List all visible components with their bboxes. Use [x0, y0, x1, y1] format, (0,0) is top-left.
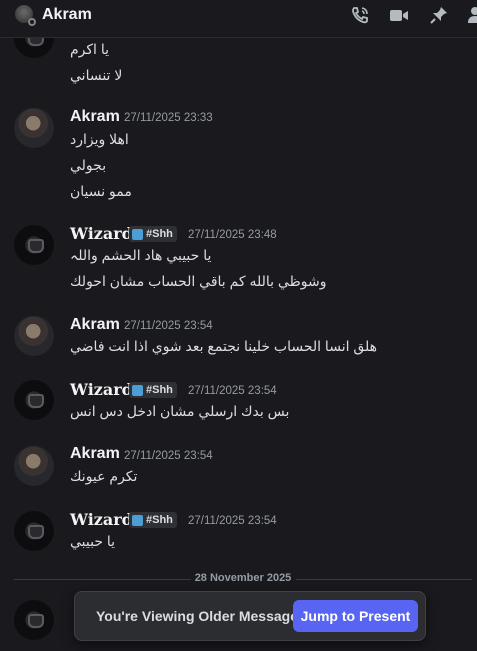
avatar[interactable] — [14, 380, 54, 420]
members-icon[interactable] — [468, 5, 477, 25]
message-line: بجولي — [70, 157, 107, 173]
message-line: يا حبيبي هاد الحشم واللہ — [70, 247, 212, 263]
date-divider: 28 November 2025 — [14, 572, 472, 584]
older-messages-label: You're Viewing Older Messages — [96, 608, 306, 624]
message-timestamp: 27/11/2025 23:54 — [188, 515, 277, 527]
phone-icon[interactable] — [350, 5, 370, 25]
tag-label: #Shh — [146, 384, 173, 396]
guild-tag[interactable]: #Shh — [129, 512, 177, 528]
avatar[interactable] — [14, 38, 54, 58]
message-line: تكرم عيونك — [70, 468, 138, 484]
tag-label: #Shh — [146, 228, 173, 240]
date-divider-label: 28 November 2025 — [190, 572, 296, 584]
video-icon[interactable] — [389, 5, 409, 25]
status-indicator — [28, 18, 36, 26]
message-author[interactable]: Akram — [70, 108, 120, 126]
message-author[interactable]: Akram — [70, 316, 120, 334]
channel-header: Akram — [0, 0, 477, 38]
jump-to-present-button[interactable]: Jump to Present — [293, 600, 418, 632]
message-timestamp: 27/11/2025 23:48 — [188, 229, 277, 241]
tag-icon — [132, 384, 143, 396]
tag-icon — [132, 228, 143, 240]
message-line: وشوظي بالله كم باقي الحساب مشان احولك — [70, 273, 327, 289]
message-timestamp: 27/11/2025 23:54 — [124, 450, 213, 462]
avatar[interactable] — [14, 446, 54, 486]
tag-label: #Shh — [146, 514, 173, 526]
guild-tag[interactable]: #Shh — [129, 382, 177, 398]
message-line: يا حبيبي — [70, 533, 116, 549]
message-line: ممو نسيان — [70, 183, 132, 199]
avatar[interactable] — [14, 316, 54, 356]
message-line: يا اكرم — [70, 41, 109, 57]
message-timestamp: 27/11/2025 23:54 — [124, 320, 213, 332]
pin-icon[interactable] — [429, 5, 449, 25]
message-author[interactable]: Wizard — [70, 224, 133, 243]
message-author[interactable]: Akram — [70, 445, 120, 463]
tag-icon — [132, 514, 143, 526]
avatar[interactable] — [14, 511, 54, 551]
message-timestamp: 27/11/2025 23:33 — [124, 112, 213, 124]
avatar[interactable] — [14, 225, 54, 265]
message-line: بس بدك ارسلي مشان ادخل دس انس — [70, 403, 290, 419]
message-line: لا تنساني — [70, 67, 123, 83]
message-author[interactable]: Wizard — [70, 510, 133, 529]
avatar[interactable] — [14, 600, 54, 640]
message-line: اهلا ويزارد — [70, 131, 129, 147]
avatar[interactable] — [14, 108, 54, 148]
message-line: هلق انسا الحساب خلينا نجتمع بعد شوي اذا … — [70, 338, 378, 354]
message-timestamp: 27/11/2025 23:54 — [188, 385, 277, 397]
guild-tag[interactable]: #Shh — [129, 226, 177, 242]
message-list[interactable]: يا اكرم لا تنساني Akram 27/11/2025 23:33… — [0, 38, 477, 651]
message-author[interactable]: Wizard — [70, 380, 133, 399]
older-messages-banner: You're Viewing Older Messages Jump to Pr… — [74, 591, 426, 641]
page-title[interactable]: Akram — [42, 6, 92, 24]
